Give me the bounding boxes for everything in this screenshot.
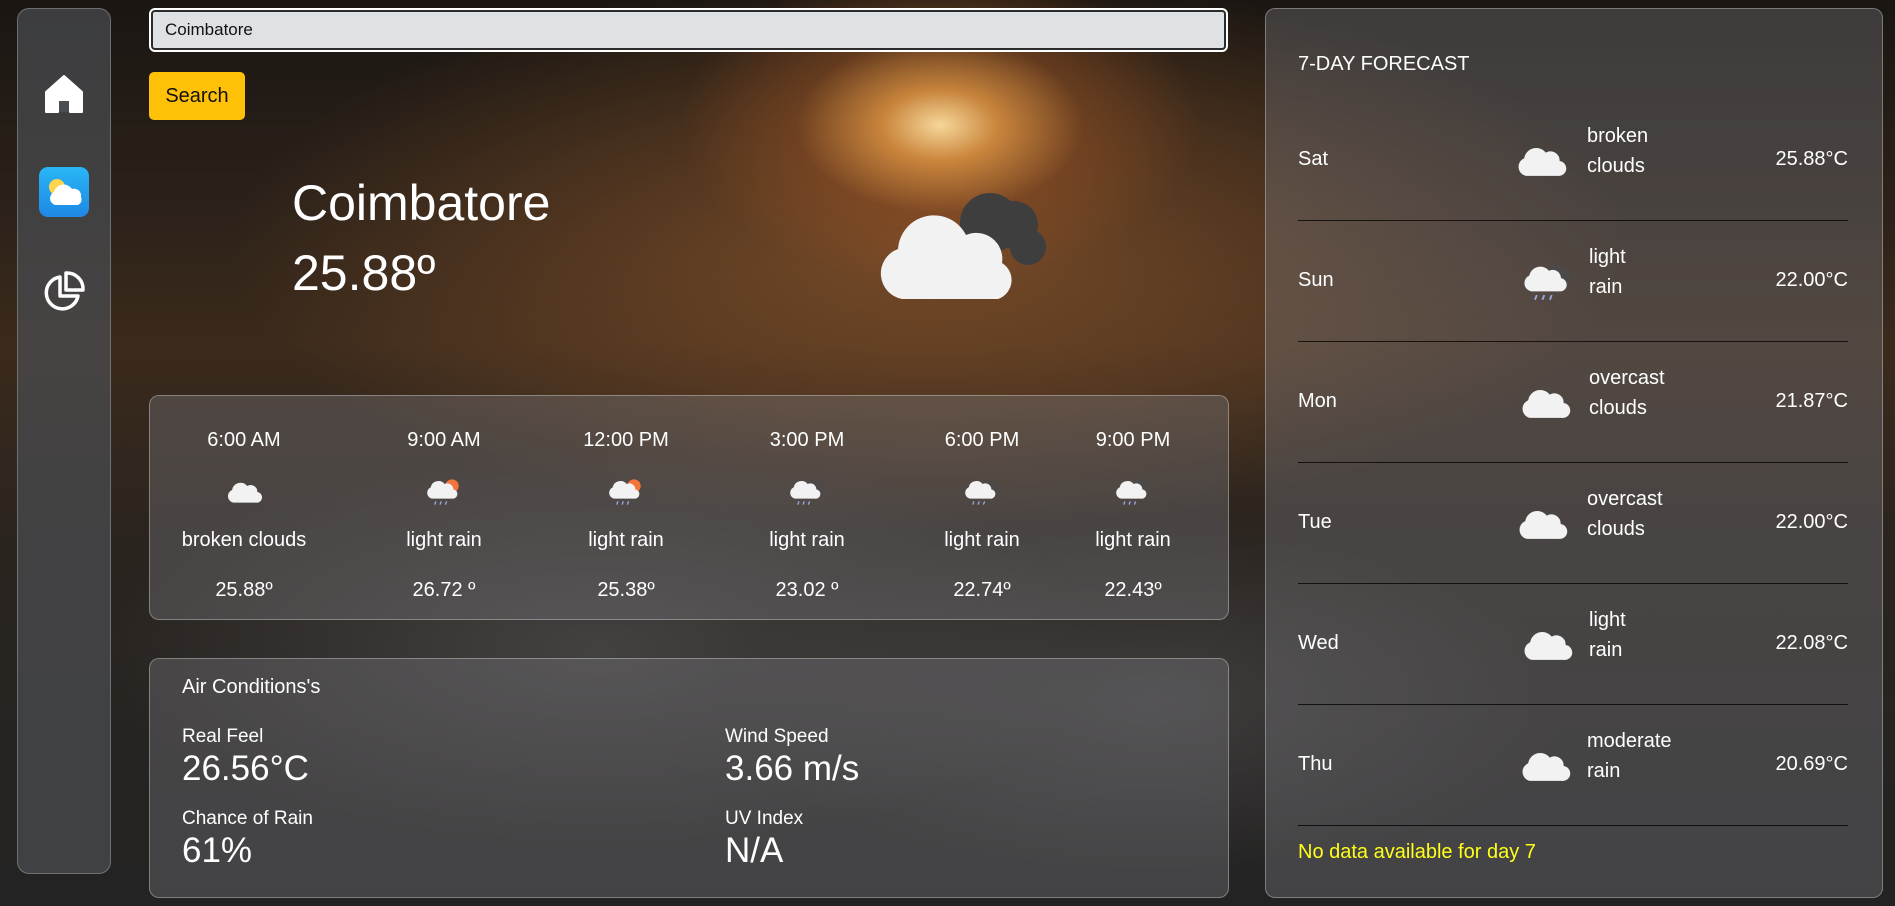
cloud-icon bbox=[1513, 137, 1569, 185]
hour-description: light rain bbox=[769, 529, 845, 551]
hour-temperature: 22.43º bbox=[1104, 579, 1162, 601]
cloud-with-dark-clouds-icon bbox=[868, 183, 1052, 308]
search-button[interactable]: Search bbox=[149, 72, 245, 120]
nav-home-button[interactable] bbox=[39, 69, 89, 119]
hourly-item: 9:00 AM light rain 26.72 º bbox=[359, 396, 529, 621]
day-name: Sun bbox=[1298, 269, 1334, 291]
hourly-item: 3:00 PM light rain 23.02 º bbox=[722, 396, 892, 621]
search-input[interactable] bbox=[149, 8, 1228, 52]
day-temperature: 21.87°C bbox=[1775, 390, 1849, 412]
day-temperature: 20.69°C bbox=[1775, 753, 1849, 775]
hourly-item: 6:00 AM broken clouds 25.88º bbox=[159, 396, 329, 621]
cloud-icon bbox=[1517, 742, 1573, 790]
hour-temperature: 26.72 º bbox=[412, 579, 476, 601]
uv-index-label: UV Index bbox=[725, 808, 804, 829]
air-conditions-title: Air Conditions's bbox=[182, 676, 321, 698]
hour-time: 9:00 AM bbox=[407, 429, 481, 451]
weather-icon bbox=[49, 179, 82, 205]
hour-temperature: 23.02 º bbox=[775, 579, 839, 601]
hour-description: light rain bbox=[1095, 529, 1171, 551]
forecast-row: Thu moderate rain 20.69°C bbox=[1298, 704, 1848, 826]
sidebar bbox=[17, 8, 111, 874]
rain-cloud-icon bbox=[1520, 258, 1576, 306]
cloud-icon bbox=[1519, 621, 1575, 669]
cloud-icon bbox=[1514, 500, 1570, 548]
day-description: overcast clouds bbox=[1589, 367, 1665, 419]
hour-time: 9:00 PM bbox=[1095, 429, 1171, 451]
day-name: Sat bbox=[1298, 148, 1329, 170]
sun-rain-cloud-icon bbox=[424, 474, 464, 510]
chance-of-rain: Chance of Rain 61% bbox=[182, 807, 313, 871]
hourly-item: 12:00 PM light rain 25.38º bbox=[541, 396, 711, 621]
wind-speed-value: 3.66 m/s bbox=[725, 749, 860, 788]
forecast-row: Wed light rain 22.08°C bbox=[1298, 583, 1848, 705]
cloud-icon bbox=[1517, 379, 1573, 427]
hourly-forecast-panel: 6:00 AM broken clouds 25.88º 9:00 AM lig… bbox=[149, 395, 1229, 620]
forecast-row: Sun light rain 22.00°C bbox=[1298, 220, 1848, 342]
day-name: Mon bbox=[1298, 390, 1337, 412]
real-feel: Real Feel 26.56°C bbox=[182, 725, 309, 789]
day-name: Thu bbox=[1298, 753, 1333, 775]
forecast-row: Sat broken clouds 25.88°C bbox=[1298, 99, 1848, 221]
pie-chart-icon bbox=[44, 271, 85, 311]
rain-cloud-icon bbox=[962, 474, 1002, 510]
nav-weather-button[interactable] bbox=[39, 167, 89, 217]
hour-time: 3:00 PM bbox=[769, 429, 845, 451]
seven-day-forecast-panel: 7-DAY FORECAST Sat broken clouds 25.88°C … bbox=[1265, 8, 1883, 898]
wind-speed: Wind Speed 3.66 m/s bbox=[725, 725, 859, 789]
day-name: Wed bbox=[1298, 632, 1339, 654]
day-description: moderate rain bbox=[1587, 730, 1672, 782]
chance-of-rain-label: Chance of Rain bbox=[182, 808, 313, 829]
day-temperature: 22.08°C bbox=[1775, 632, 1849, 654]
day-temperature: 25.88°C bbox=[1775, 148, 1849, 170]
hour-temperature: 25.88º bbox=[215, 579, 273, 601]
day-description: light rain bbox=[1589, 609, 1626, 661]
hour-description: light rain bbox=[588, 529, 664, 551]
forecast-row: Mon overcast clouds 21.87°C bbox=[1298, 341, 1848, 463]
rain-cloud-icon bbox=[787, 474, 827, 510]
sun-rain-cloud-icon bbox=[606, 474, 646, 510]
real-feel-value: 26.56°C bbox=[182, 749, 309, 788]
forecast-title: 7-DAY FORECAST bbox=[1298, 53, 1470, 75]
forecast-row: Tue overcast clouds 22.00°C bbox=[1298, 462, 1848, 584]
hour-description: broken clouds bbox=[181, 529, 307, 551]
hour-temperature: 25.38º bbox=[597, 579, 655, 601]
real-feel-label: Real Feel bbox=[182, 726, 264, 747]
uv-index-value: N/A bbox=[725, 831, 784, 870]
hour-description: light rain bbox=[944, 529, 1020, 551]
hourly-item: 6:00 PM light rain 22.74º bbox=[897, 396, 1067, 621]
city-name: Coimbatore bbox=[292, 175, 551, 231]
home-icon bbox=[45, 75, 83, 113]
hour-temperature: 22.74º bbox=[953, 579, 1011, 601]
hour-time: 6:00 AM bbox=[207, 429, 281, 451]
day-temperature: 22.00°C bbox=[1775, 511, 1849, 533]
no-data-message: No data available for day 7 bbox=[1298, 841, 1536, 863]
day-description: light rain bbox=[1589, 246, 1626, 298]
chance-of-rain-value: 61% bbox=[182, 831, 253, 870]
hourly-item: 9:00 PM light rain 22.43º bbox=[1048, 396, 1218, 621]
day-name: Tue bbox=[1298, 511, 1332, 533]
wind-speed-label: Wind Speed bbox=[725, 726, 829, 747]
air-conditions-panel: Air Conditions's Real Feel 26.56°C Wind … bbox=[149, 658, 1229, 898]
rain-cloud-icon bbox=[1113, 474, 1153, 510]
hour-time: 6:00 PM bbox=[944, 429, 1020, 451]
day-temperature: 22.00°C bbox=[1775, 269, 1849, 291]
day-description: broken clouds bbox=[1587, 125, 1649, 177]
nav-stats-button[interactable] bbox=[39, 267, 89, 317]
hour-time: 12:00 PM bbox=[583, 429, 669, 451]
day-description: overcast clouds bbox=[1587, 488, 1663, 540]
current-temperature: 25.88º bbox=[292, 245, 436, 301]
cloud-icon bbox=[224, 474, 264, 510]
uv-index: UV Index N/A bbox=[725, 807, 803, 871]
hour-description: light rain bbox=[406, 529, 482, 551]
